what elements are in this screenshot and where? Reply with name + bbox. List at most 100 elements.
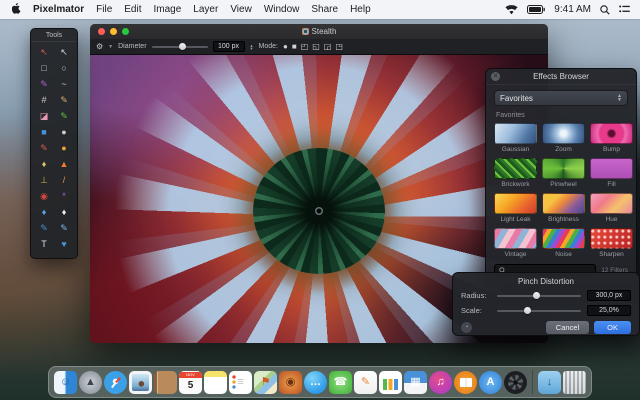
- slider-value-field[interactable]: 300,0 px: [587, 290, 631, 301]
- dock-icon-mail[interactable]: [129, 371, 152, 394]
- effect-zoom[interactable]: Zoom: [542, 123, 585, 153]
- effect-pinwheel[interactable]: Pinwheel: [542, 158, 585, 188]
- menu-file[interactable]: File: [96, 4, 112, 15]
- window-title-bar[interactable]: Stealth: [90, 24, 548, 39]
- shape-tool[interactable]: ♥: [54, 236, 74, 252]
- magic-wand-tool[interactable]: *: [54, 188, 74, 204]
- dock-icon-appstore[interactable]: A: [479, 371, 502, 394]
- effect-thumbnail-brightness[interactable]: [542, 193, 585, 214]
- dock-icon-downloads[interactable]: ↓: [538, 371, 561, 394]
- effect-thumbnail-zoom[interactable]: [542, 123, 585, 144]
- effects-category-select[interactable]: Favorites ▲▼: [494, 90, 628, 106]
- effect-noise[interactable]: Noise: [542, 228, 585, 258]
- effect-bump[interactable]: Bump: [590, 123, 633, 153]
- eyedropper-tool[interactable]: ✎: [54, 92, 74, 108]
- document-proxy-icon[interactable]: [302, 28, 309, 35]
- diameter-slider-knob[interactable]: [179, 43, 186, 50]
- dialog-slider-1[interactable]: [497, 310, 581, 312]
- effect-sharpen[interactable]: Sharpen: [590, 228, 633, 258]
- dock-icon-finder[interactable]: ☺: [54, 371, 77, 394]
- effect-thumbnail-sharpen[interactable]: [590, 228, 633, 249]
- diameter-value-field[interactable]: 100 px: [213, 41, 245, 52]
- effect-thumbnail-gaussian[interactable]: [494, 123, 537, 144]
- selection-mode-icon-1[interactable]: ■: [292, 42, 297, 51]
- effect-thumbnail-brickwork[interactable]: [494, 158, 537, 179]
- diameter-slider[interactable]: [152, 46, 208, 48]
- lasso-tool[interactable]: ~: [54, 76, 74, 92]
- apple-menu-icon[interactable]: [12, 3, 23, 16]
- effect-thumbnail-fill[interactable]: [590, 158, 633, 179]
- dock-icon-reminders[interactable]: ≡: [229, 371, 252, 394]
- dock-icon-numbers[interactable]: [379, 371, 402, 394]
- crop-tool[interactable]: #: [34, 92, 54, 108]
- selection-mode-icon-5[interactable]: ◳: [335, 42, 343, 51]
- dock-icon-notes[interactable]: [204, 371, 227, 394]
- sharpen-tool[interactable]: ♦: [54, 204, 74, 220]
- effect-thumbnail-hue[interactable]: [590, 193, 633, 214]
- effect-brickwork[interactable]: Brickwork: [494, 158, 537, 188]
- selection-mode-icon-0[interactable]: ●: [283, 42, 288, 51]
- move-tool[interactable]: ↖: [34, 44, 54, 60]
- burn-tool[interactable]: ▲: [54, 156, 74, 172]
- stamp-tool[interactable]: ⊥: [34, 172, 54, 188]
- dock-icon-contacts[interactable]: [154, 371, 177, 394]
- selection-mode-icon-2[interactable]: ◰: [301, 42, 309, 51]
- effect-gaussian[interactable]: Gaussian: [494, 123, 537, 153]
- diameter-stepper[interactable]: ▲▼: [250, 44, 254, 50]
- red-eye-tool[interactable]: ◉: [34, 188, 54, 204]
- dock-icon-pages[interactable]: ✎: [354, 371, 377, 394]
- menu-edit[interactable]: Edit: [124, 4, 141, 15]
- dialog-slider-0[interactable]: [497, 295, 581, 297]
- dock-icon-trash[interactable]: [563, 371, 586, 394]
- line-tool[interactable]: /: [54, 172, 74, 188]
- pencil-tool[interactable]: ✎: [54, 108, 74, 124]
- dock-icon-messages[interactable]: …: [304, 371, 327, 394]
- effect-thumbnail-pinwheel[interactable]: [542, 158, 585, 179]
- menu-share[interactable]: Share: [311, 4, 338, 15]
- dock-icon-itunes[interactable]: ♫: [429, 371, 452, 394]
- dock-icon-ibooks[interactable]: [454, 371, 477, 394]
- ok-button[interactable]: OK: [594, 321, 631, 334]
- cancel-button[interactable]: Cancel: [546, 321, 589, 334]
- effect-fill[interactable]: Fill: [590, 158, 633, 188]
- eraser-tool[interactable]: ◪: [34, 108, 54, 124]
- blur-tool[interactable]: ♦: [34, 204, 54, 220]
- dock-icon-launchpad[interactable]: ▲: [79, 371, 102, 394]
- clone-tool[interactable]: ●: [54, 124, 74, 140]
- sponge-tool[interactable]: ●: [54, 140, 74, 156]
- brush-tool[interactable]: ✎: [34, 140, 54, 156]
- chevron-down-icon[interactable]: ▼: [108, 44, 113, 50]
- dock-icon-pixelmator[interactable]: [504, 371, 527, 394]
- menu-help[interactable]: Help: [350, 4, 371, 15]
- selection-mode-icon-3[interactable]: ◱: [312, 42, 320, 51]
- distortion-center-handle[interactable]: [317, 208, 322, 213]
- type-tool[interactable]: T: [34, 236, 54, 252]
- arrange-tool[interactable]: ↖: [54, 44, 74, 60]
- effect-thumbnail-vintage[interactable]: [494, 228, 537, 249]
- marker-tool[interactable]: ✎: [34, 76, 54, 92]
- dock-icon-facetime[interactable]: ☎: [329, 371, 352, 394]
- dock-icon-keynote[interactable]: ▦: [404, 371, 427, 394]
- slider-knob[interactable]: [524, 307, 531, 314]
- wifi-icon[interactable]: [505, 5, 518, 15]
- effect-thumbnail-light-leak[interactable]: [494, 193, 537, 214]
- dock-icon-safari[interactable]: [104, 371, 127, 394]
- notification-center-icon[interactable]: [619, 5, 630, 14]
- effect-light-leak[interactable]: Light Leak: [494, 193, 537, 223]
- app-menu-title[interactable]: Pixelmator: [33, 4, 84, 15]
- effect-hue[interactable]: Hue: [590, 193, 633, 223]
- dock-icon-photobooth[interactable]: ◉: [279, 371, 302, 394]
- pen-tool[interactable]: ✎: [34, 220, 54, 236]
- battery-icon[interactable]: [527, 5, 545, 14]
- menu-window[interactable]: Window: [264, 4, 300, 15]
- pixel-pen-tool[interactable]: ✎: [54, 220, 74, 236]
- close-panel-icon[interactable]: ✕: [491, 72, 500, 81]
- dock-icon-maps[interactable]: ⚑: [254, 371, 277, 394]
- paint-tool[interactable]: ♦: [34, 156, 54, 172]
- effect-thumbnail-noise[interactable]: [542, 228, 585, 249]
- menu-image[interactable]: Image: [154, 4, 182, 15]
- ellipse-marquee-tool[interactable]: ○: [54, 60, 74, 76]
- preview-toggle-icon[interactable]: ◔: [461, 322, 472, 333]
- effect-brightness[interactable]: Brightness: [542, 193, 585, 223]
- dock-icon-calendar[interactable]: NOV5: [179, 371, 202, 394]
